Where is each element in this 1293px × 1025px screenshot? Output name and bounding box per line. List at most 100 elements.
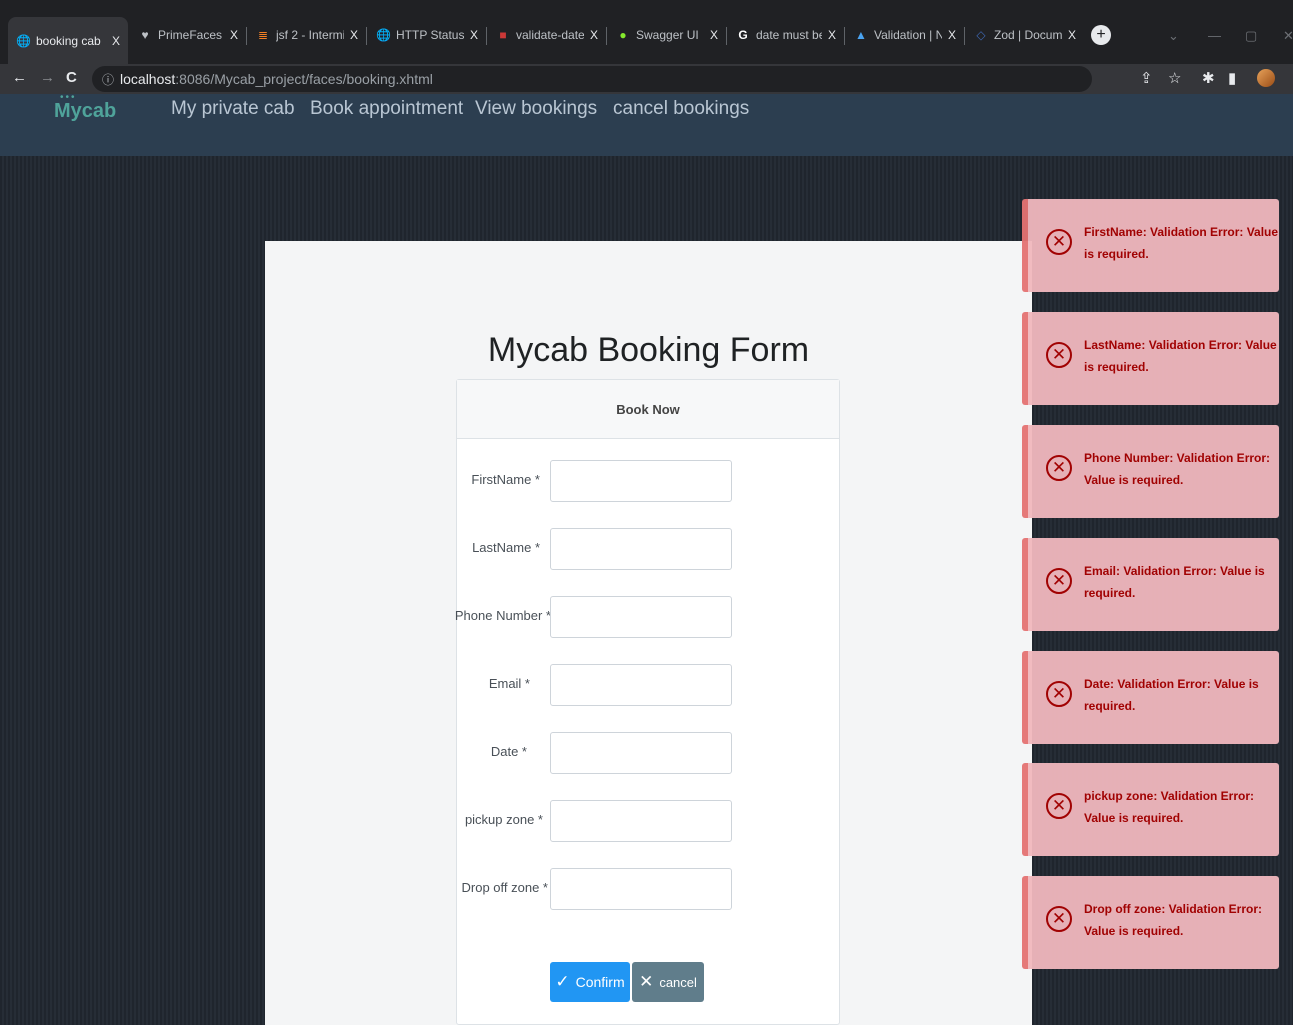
profile-avatar[interactable]	[1257, 69, 1275, 87]
booking-card: Mycab Booking Form Book Now FirstName * …	[265, 241, 1032, 1025]
side-panel-icon[interactable]: ▮	[1228, 69, 1236, 87]
url-path: :8086/Mycab_project/faces/booking.xhtml	[175, 71, 433, 87]
globe-icon: 🌐	[16, 33, 31, 48]
minimize-icon[interactable]: —	[1208, 28, 1221, 43]
cancel-button[interactable]: ✕ cancel	[632, 962, 704, 1002]
tab-separator	[726, 27, 727, 45]
dropoff-zone-label: Drop off zone *	[461, 880, 548, 895]
bookmark-star-icon[interactable]: ☆	[1168, 69, 1181, 87]
phone-input[interactable]	[550, 596, 732, 638]
tab-separator	[606, 27, 607, 45]
error-message[interactable]: ✕ Drop off zone: Validation Error: Value…	[1022, 876, 1279, 969]
error-message[interactable]: ✕ Email: Validation Error: Value is requ…	[1022, 538, 1279, 631]
extensions-icon[interactable]: ✱	[1202, 69, 1215, 87]
date-label: Date *	[490, 744, 527, 759]
error-message[interactable]: ✕ Phone Number: Validation Error: Value …	[1022, 425, 1279, 518]
new-tab-button[interactable]: +	[1091, 25, 1111, 45]
tab-separator	[486, 27, 487, 45]
tab-zod[interactable]: ◇ Zod | Docume X	[966, 18, 1084, 52]
error-circle-icon: ✕	[1046, 455, 1072, 481]
primefaces-icon: ♥	[141, 28, 149, 42]
confirm-button[interactable]: ✓ Confirm	[550, 962, 630, 1002]
address-bar[interactable]: ⓘ localhost:8086/Mycab_project/faces/boo…	[92, 66, 1092, 92]
nav-cancel-bookings[interactable]: cancel bookings	[613, 98, 749, 120]
error-message[interactable]: ✕ LastName: Validation Error: Value is r…	[1022, 312, 1279, 405]
panel-title: Book Now	[457, 380, 839, 439]
tab-title: validate-date	[516, 28, 584, 42]
tab-close-icon[interactable]: X	[350, 28, 358, 42]
tab-primefaces[interactable]: ♥ PrimeFaces Sh X	[130, 18, 246, 52]
error-message[interactable]: ✕ FirstName: Validation Error: Value is …	[1022, 199, 1279, 292]
booking-panel: Book Now FirstName * LastName * Phone Nu…	[454, 379, 841, 1025]
error-message-text: pickup zone: Validation Error: Value is …	[1084, 789, 1255, 825]
error-message-text: Date: Validation Error: Value is require…	[1084, 677, 1259, 713]
lastname-input[interactable]	[550, 528, 732, 570]
tab-close-icon[interactable]: X	[948, 28, 956, 42]
dropoff-zone-input[interactable]	[550, 868, 732, 910]
error-message-text: FirstName: Validation Error: Value is re…	[1084, 225, 1279, 261]
back-icon[interactable]: ←	[12, 69, 27, 86]
tab-swagger[interactable]: ● Swagger UI X	[608, 18, 726, 52]
tab-close-icon[interactable]: X	[1068, 28, 1076, 42]
tab-title: jsf 2 - Intermit	[276, 28, 344, 42]
nav-book-appointment[interactable]: Book appointment	[310, 98, 463, 120]
error-message[interactable]: ✕ pickup zone: Validation Error: Value i…	[1022, 763, 1279, 856]
window-close-icon[interactable]: ✕	[1283, 28, 1293, 44]
pickup-zone-label: pickup zone *	[464, 812, 543, 827]
date-input[interactable]	[550, 732, 732, 774]
tab-close-icon[interactable]: X	[112, 34, 120, 48]
dropoff-zone-row: Drop off zone *	[457, 868, 841, 910]
site-info-icon[interactable]: ⓘ	[102, 71, 114, 88]
tab-title: booking cab	[36, 33, 101, 48]
error-message[interactable]: ✕ Date: Validation Error: Value is requi…	[1022, 651, 1279, 744]
site-logo[interactable]: Mycab	[54, 100, 116, 123]
tab-google-date[interactable]: G date must be X	[728, 18, 844, 52]
share-icon[interactable]: ⇪	[1140, 69, 1153, 87]
email-label: Email *	[488, 676, 530, 691]
page-content: ••• Mycab My private cab Book appointmen…	[0, 92, 1293, 1025]
firstname-input[interactable]	[550, 460, 732, 502]
tab-title: date must be	[756, 28, 822, 42]
forward-icon[interactable]: →	[40, 69, 55, 86]
maximize-icon[interactable]: ▢	[1245, 28, 1257, 44]
tab-title: HTTP Status 4	[396, 28, 464, 42]
tab-jsf2[interactable]: ≣ jsf 2 - Intermit X	[248, 18, 366, 52]
tab-close-icon[interactable]: X	[828, 28, 836, 42]
swagger-icon: ●	[619, 28, 627, 42]
error-message-text: Phone Number: Validation Error: Value is…	[1084, 451, 1271, 487]
tab-close-icon[interactable]: X	[590, 28, 598, 42]
tab-separator	[844, 27, 845, 45]
tab-separator	[964, 27, 965, 45]
npm-icon: ■	[499, 28, 507, 42]
phone-label: Phone Number *	[454, 608, 551, 623]
google-icon: G	[738, 28, 748, 42]
tab-close-icon[interactable]: X	[470, 28, 478, 42]
tab-validate-date[interactable]: ■ validate-date X	[488, 18, 606, 52]
browser-toolbar: ← → C ⓘ localhost:8086/Mycab_project/fac…	[0, 64, 1293, 94]
error-message-text: Email: Validation Error: Value is requir…	[1084, 564, 1265, 600]
tab-close-icon[interactable]: X	[710, 28, 718, 42]
nav-view-bookings[interactable]: View bookings	[475, 98, 597, 120]
tab-http-status[interactable]: 🌐 HTTP Status 4 X	[368, 18, 486, 52]
zod-icon: ◇	[976, 28, 986, 42]
stackoverflow-icon: ≣	[257, 28, 269, 42]
error-message-text: LastName: Validation Error: Value is req…	[1084, 338, 1277, 374]
pickup-zone-row: pickup zone *	[457, 800, 841, 842]
reload-icon[interactable]: C	[66, 69, 77, 86]
pickup-zone-input[interactable]	[550, 800, 732, 842]
tab-search-icon[interactable]: ⌄	[1168, 28, 1179, 44]
globe-icon: 🌐	[376, 28, 391, 42]
tab-title: PrimeFaces Sh	[158, 28, 224, 42]
email-input[interactable]	[550, 664, 732, 706]
tab-separator	[246, 27, 247, 45]
nav-my-private-cab[interactable]: My private cab	[171, 98, 295, 120]
firstname-row: FirstName *	[457, 460, 841, 502]
tab-close-icon[interactable]: X	[230, 28, 238, 42]
tab-title: Validation | N	[874, 28, 942, 42]
site-navbar: ••• Mycab My private cab Book appointmen…	[0, 92, 1293, 156]
tab-validation[interactable]: ▲ Validation | N X	[846, 18, 964, 52]
error-circle-icon: ✕	[1046, 568, 1072, 594]
lastname-row: LastName *	[457, 528, 841, 570]
tab-booking-cab[interactable]: 🌐 booking cab X	[8, 17, 128, 64]
date-row: Date *	[457, 732, 841, 774]
